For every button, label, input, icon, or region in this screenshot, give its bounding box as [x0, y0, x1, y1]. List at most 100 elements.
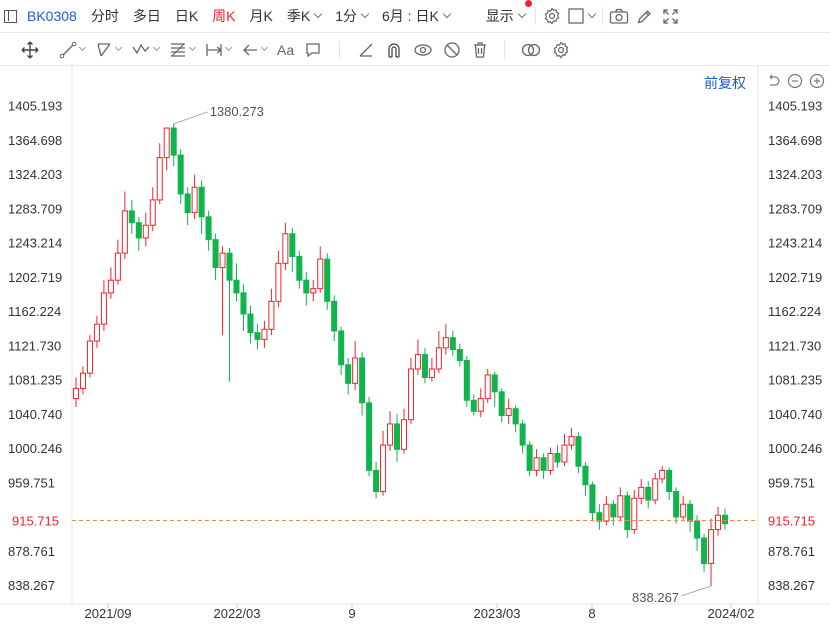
notification-dot	[525, 0, 532, 7]
line-tool[interactable]	[54, 34, 90, 66]
chevron-down-icon	[78, 43, 87, 52]
candle-body-up	[680, 503, 687, 518]
candle-body-down	[345, 364, 352, 384]
zoom-in-button[interactable]	[808, 72, 826, 90]
candle-body-down	[666, 469, 673, 493]
period-tab-daily[interactable]: 日K	[168, 0, 205, 33]
candle-body-down	[610, 503, 617, 518]
candle-body-up	[442, 337, 449, 349]
comment-tool[interactable]	[299, 34, 327, 66]
ruler-tool[interactable]	[352, 34, 380, 66]
settings-button[interactable]	[539, 0, 565, 33]
indicator-select[interactable]	[565, 0, 599, 33]
magnet-tool[interactable]	[380, 34, 408, 66]
text-tool-label: Aa	[277, 41, 295, 58]
candle-body-down	[673, 491, 680, 518]
sidebar-toggle-icon[interactable]	[4, 9, 17, 23]
y-tick-label-right: 1324.203	[768, 167, 822, 182]
speech-bubble-icon	[306, 42, 320, 57]
grid-lines	[0, 66, 830, 605]
line-segment-icon	[59, 41, 77, 58]
eye-off-icon	[444, 41, 460, 58]
fibonacci-tool[interactable]	[164, 34, 200, 66]
candle-body-down	[254, 332, 261, 340]
crosshair-tool[interactable]	[16, 34, 44, 66]
period-tab-weekly[interactable]: 周K	[205, 0, 242, 33]
y-tick-label-left: 1283.709	[8, 201, 62, 216]
fullscreen-button[interactable]	[658, 0, 684, 33]
candle-body-down	[233, 279, 240, 294]
y-axis-labels: 1405.193 1405.193 1364.698 1364.698 1324.203…	[8, 99, 822, 593]
candle-body-down	[421, 354, 428, 378]
period-tab-monthly[interactable]: 月K	[243, 0, 280, 33]
display-options-select[interactable]: 显示	[479, 0, 532, 33]
delete-drawings-tool[interactable]	[466, 34, 494, 66]
period-select-minute[interactable]: 1分	[328, 0, 375, 33]
candle-body-up	[638, 486, 645, 499]
candle-body-up	[631, 497, 638, 531]
period-select-quarterly[interactable]: 季K	[280, 0, 328, 33]
y-tick-label-left: 1000.246	[8, 441, 62, 456]
candle-body-up	[268, 300, 275, 330]
wave-pattern-icon	[132, 43, 150, 54]
candle-body-down	[624, 495, 631, 531]
hide-drawings-tool[interactable]	[438, 34, 466, 66]
candle-body-down	[177, 154, 184, 195]
period-tab-multiday[interactable]: 多日	[126, 0, 168, 33]
plus-circle-icon	[809, 73, 825, 89]
candle-body-up	[380, 444, 387, 493]
period-tab-intraday[interactable]: 分时	[84, 0, 126, 33]
candle-body-down	[554, 453, 561, 463]
expand-icon	[663, 8, 678, 24]
gear-icon	[553, 40, 569, 59]
zoom-out-button[interactable]	[786, 72, 804, 90]
compare-tool[interactable]	[515, 34, 547, 66]
x-tick-label: 8	[588, 606, 595, 621]
adjustment-mode-button[interactable]: 前复权	[704, 73, 746, 93]
arrow-tool[interactable]	[236, 34, 272, 66]
y-tick-label-left: 838.267	[8, 578, 55, 593]
lock-drawings-tool[interactable]	[408, 34, 438, 66]
candle-body-up	[191, 186, 198, 214]
x-tick-label: 2024/02	[708, 606, 755, 621]
current-price-label-left: 915.715	[12, 514, 59, 529]
y-tick-label-left: 1405.193	[8, 99, 62, 114]
candle-body-down	[498, 391, 505, 416]
candle-body-down	[694, 520, 701, 539]
candle-body-down	[575, 436, 582, 467]
range-measure-tool[interactable]	[200, 34, 236, 66]
candle-body-down	[135, 222, 142, 239]
candle-body-down	[463, 360, 470, 401]
candle-body-down	[359, 357, 366, 404]
candle-body-up	[352, 357, 359, 384]
candle-body-up	[652, 478, 659, 501]
chevron-down-icon	[188, 43, 197, 52]
candle-body-down	[205, 216, 212, 241]
square-icon	[568, 8, 584, 24]
move-cross-icon	[21, 41, 39, 58]
candle-body-up	[149, 199, 156, 226]
range-period-label: 6月 : 日K	[382, 8, 439, 24]
camera-icon	[609, 8, 628, 24]
candle-body-up	[121, 210, 128, 254]
candle-body-up	[72, 387, 80, 400]
candle-body-up	[261, 328, 268, 340]
high-price-label: 1380.273	[210, 104, 264, 119]
x-tick-label: 2023/03	[474, 606, 521, 621]
text-tool[interactable]: Aa	[272, 34, 299, 66]
range-period-select[interactable]: 6月 : 日K	[375, 0, 457, 33]
screenshot-button[interactable]	[606, 0, 632, 33]
candle-body-down	[721, 514, 729, 525]
y-tick-label-left: 1040.740	[8, 407, 62, 422]
wave-tool[interactable]	[126, 34, 164, 66]
drawing-settings-tool[interactable]	[547, 34, 575, 66]
arrow-left-icon	[243, 44, 257, 55]
candlestick-chart[interactable]: 1405.193 1405.193 1364.698 1364.698 1324.203…	[0, 66, 830, 625]
draw-button[interactable]	[632, 0, 658, 33]
polyline-tool[interactable]	[90, 34, 126, 66]
candle-body-up	[708, 529, 715, 564]
chart-area[interactable]: 1405.193 1405.193 1364.698 1364.698 1324.203…	[0, 66, 830, 625]
candle-body-up	[400, 419, 408, 450]
reset-zoom-button[interactable]	[764, 72, 782, 90]
symbol-code[interactable]: BK0308	[23, 0, 84, 33]
